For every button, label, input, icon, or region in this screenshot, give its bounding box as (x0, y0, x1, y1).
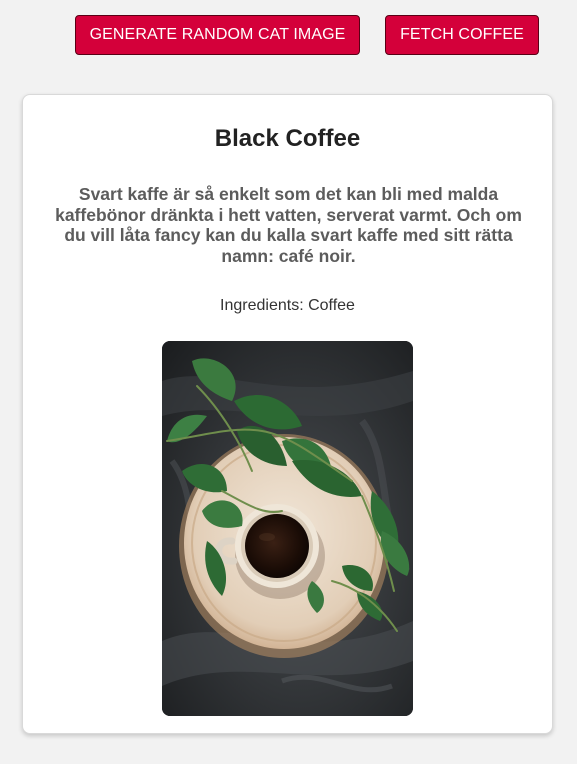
generate-cat-image-button[interactable]: GENERATE RANDOM CAT IMAGE (75, 15, 360, 55)
coffee-description: Svart kaffe är så enkelt som det kan bli… (55, 184, 522, 266)
coffee-card: Black Coffee Svart kaffe är så enkelt so… (22, 94, 553, 734)
ingredients-value: Coffee (308, 297, 355, 314)
ingredients-label: Ingredients: (220, 297, 304, 314)
coffee-ingredients: Ingredients: Coffee (23, 297, 552, 315)
coffee-image (162, 341, 413, 716)
toolbar: GENERATE RANDOM CAT IMAGE FETCH COFFEE (0, 15, 577, 55)
fetch-coffee-button[interactable]: FETCH COFFEE (385, 15, 539, 55)
coffee-title: Black Coffee (214, 125, 361, 152)
